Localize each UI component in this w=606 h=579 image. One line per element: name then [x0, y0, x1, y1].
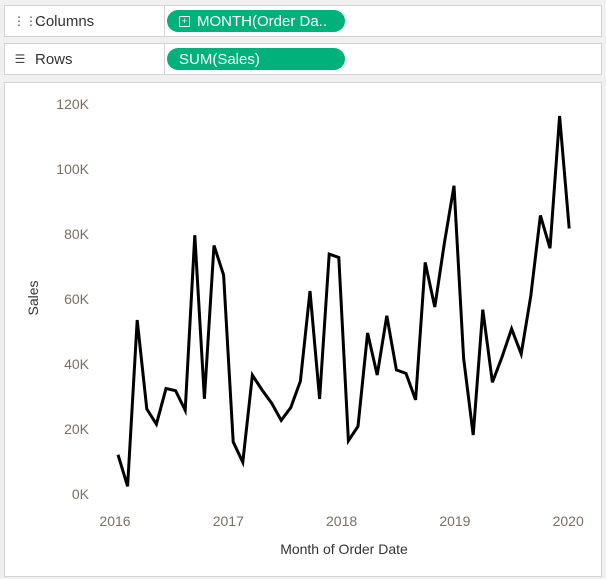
- columns-shelf: ⋮⋮⋮ Columns + MONTH(Order Da..: [4, 5, 602, 37]
- y-tick-label: 80K: [64, 226, 90, 242]
- y-tick-label: 120K: [56, 96, 89, 112]
- x-axis-title: Month of Order Date: [280, 541, 408, 557]
- x-tick-label: 2020: [553, 513, 584, 529]
- pill-label: SUM(Sales): [179, 50, 260, 68]
- columns-icon: ⋮⋮⋮: [13, 14, 49, 28]
- y-tick-label: 0K: [72, 486, 90, 502]
- line-chart: Sales Month of Order Date 0K 20K 40K 60K 80K…: [25, 96, 584, 557]
- pill-label: MONTH(Order Da..: [197, 12, 328, 30]
- y-tick-label: 40K: [64, 356, 90, 372]
- rows-label: Rows: [35, 50, 73, 68]
- x-tick-label: 2018: [326, 513, 357, 529]
- rows-shelf: ☰ Rows SUM(Sales): [4, 43, 602, 75]
- columns-label: Columns: [35, 12, 95, 30]
- x-tick-label: 2016: [99, 513, 130, 529]
- y-axis-title: Sales: [25, 280, 41, 315]
- x-tick-label: 2017: [213, 513, 244, 529]
- sales-line[interactable]: [116, 115, 571, 487]
- chart-panel: Sales Month of Order Date 0K 20K 40K 60K 80K…: [4, 82, 602, 577]
- rows-icon: ☰: [14, 52, 26, 66]
- y-tick-label: 100K: [56, 161, 89, 177]
- y-tick-label: 20K: [64, 421, 90, 437]
- month-order-date-pill[interactable]: + MONTH(Order Da..: [167, 10, 345, 32]
- sum-sales-pill[interactable]: SUM(Sales): [167, 48, 345, 70]
- y-tick-label: 60K: [64, 291, 90, 307]
- expand-plus-icon[interactable]: +: [179, 15, 190, 27]
- x-tick-label: 2019: [439, 513, 470, 529]
